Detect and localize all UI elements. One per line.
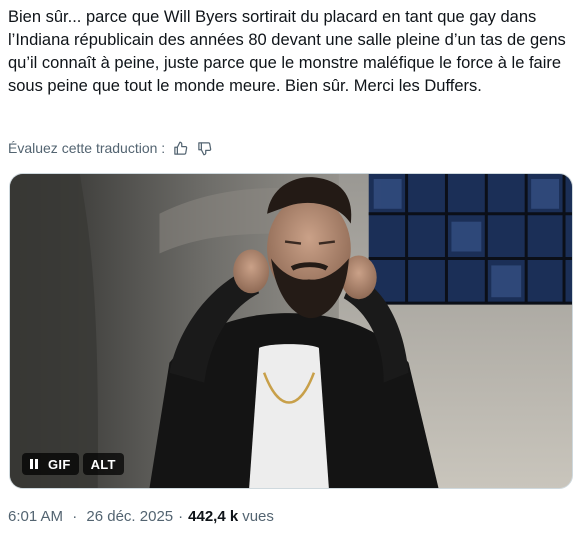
gif-controls: GIF ALT [22, 452, 124, 476]
views-label: vues [242, 508, 274, 525]
thumb-up-icon[interactable] [171, 139, 189, 157]
tweet-date: 26 déc. 2025 [86, 508, 174, 525]
alt-button[interactable]: ALT [82, 453, 124, 475]
gif-image [10, 174, 572, 488]
tweet-time: 6:01 AM [8, 508, 64, 525]
tweet-meta: 6:01 AM · 26 déc. 2025 · 442,4 k vues [8, 508, 274, 525]
pause-icon [30, 459, 38, 469]
meta-separator: · [72, 508, 78, 525]
thumb-down-icon[interactable] [195, 139, 213, 157]
gif-media[interactable]: GIF ALT [9, 173, 573, 489]
rate-translation-label: Évaluez cette traduction : [8, 140, 166, 156]
views-count: 442,4 k [188, 508, 239, 525]
tweet-text: Bien sûr... parce que Will Byers sortira… [8, 8, 566, 95]
translation-rating: Évaluez cette traduction : [8, 137, 213, 159]
tweet-time-link[interactable]: 6:01 AM · 26 déc. 2025 [8, 508, 173, 525]
gif-label: GIF [48, 456, 71, 472]
meta-separator: · [178, 508, 184, 525]
pause-gif-button[interactable]: GIF [22, 453, 79, 475]
